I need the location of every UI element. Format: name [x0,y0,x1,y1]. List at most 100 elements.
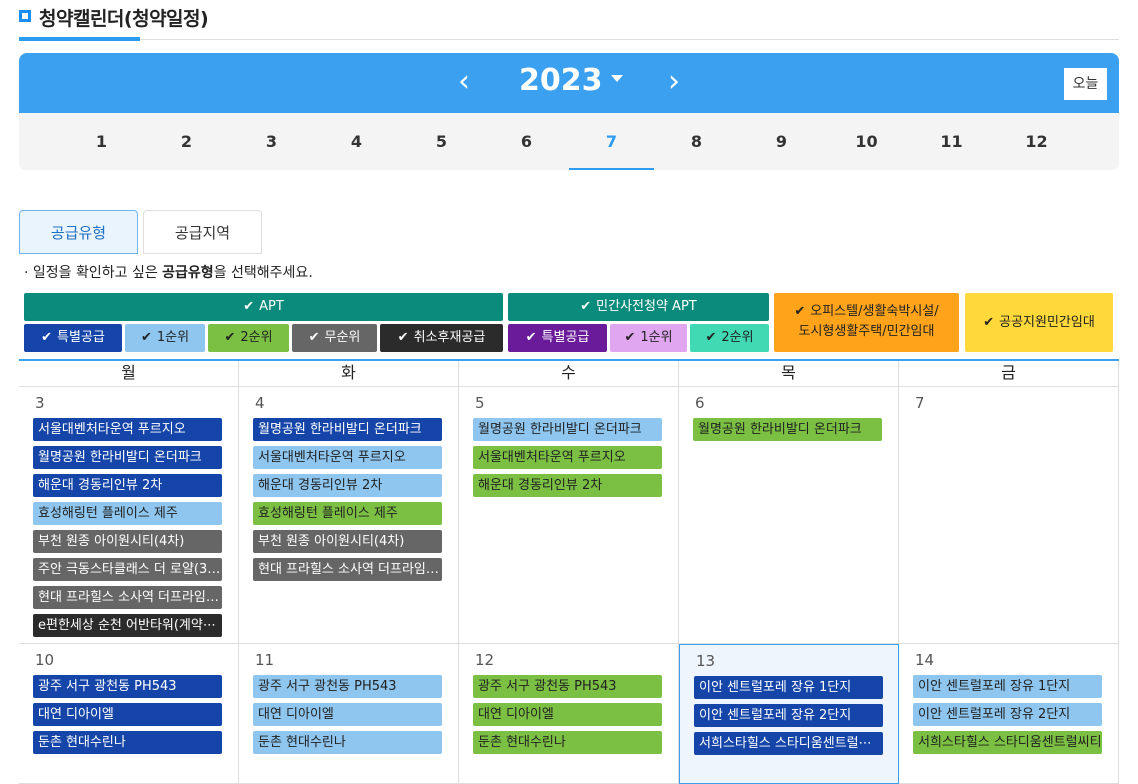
check-icon: ✔ [525,330,537,345]
tab-supply-type[interactable]: 공급유형 [19,210,138,254]
day-cell-11: 11 광주 서구 광천동 PH543 대연 디아이엘둔촌 현대수린나 [239,644,459,784]
day-number: 11 [255,651,275,669]
legend-apt-rank1[interactable]: ✔ 1순위 [125,324,205,352]
month-tab-12[interactable]: 12 [994,113,1079,170]
calendar-event[interactable]: 부천 원종 아이원시티(4차) [253,530,442,553]
today-button[interactable]: 오늘 [1064,68,1107,100]
month-tab-1[interactable]: 1 [59,113,144,170]
legend-presale-special[interactable]: ✔ 특별공급 [508,324,607,352]
calendar-event[interactable]: 부천 원종 아이원시티(4차) [33,530,222,553]
weekday-header-4: 금 [899,361,1119,387]
check-icon: ✔ [705,330,717,345]
calendar-event[interactable]: 둔촌 현대수린나 [33,731,222,754]
calendar-event[interactable]: 서울대벤처타운역 푸르지오 [473,446,662,469]
calendar-event[interactable]: 효성해링턴 플레이스 제주 [33,502,222,525]
check-icon: ✔ [794,304,806,319]
day-number: 12 [475,651,495,669]
day-number: 13 [696,652,716,670]
day-number: 10 [35,651,55,669]
day-cell-12: 12 광주 서구 광천동 PH543 대연 디아이엘둔촌 현대수린나 [459,644,679,784]
legend-apt-rank2[interactable]: ✔ 2순위 [208,324,289,352]
weekday-header-2: 수 [459,361,679,387]
calendar-event[interactable]: 월명공원 한라비발디 온더파크 [473,418,662,441]
notice-bold: 공급유형 [162,265,214,281]
check-icon: ✔ [140,330,152,345]
day-cell-6: 6 월명공원 한라비발디 온더파크 [679,387,899,644]
calendar-event[interactable]: 효성해링턴 플레이스 제주 [253,502,442,525]
calendar-event[interactable]: 광주 서구 광천동 PH543 [33,675,222,698]
calendar-event[interactable]: 이안 센트럴포레 장유 2단지 [913,703,1102,726]
calendar-event[interactable]: 둔촌 현대수린나 [253,731,442,754]
calendar-event[interactable]: e편한세상 순천 어반타워(계약⋯ [33,614,222,637]
calendar-event[interactable]: 해운대 경동리인뷰 2차 [33,474,222,497]
weekday-header-1: 화 [239,361,459,387]
month-tab-7[interactable]: 7 [569,113,654,170]
month-tab-9[interactable]: 9 [739,113,824,170]
legend-officetel[interactable]: ✔ 오피스텔/생활숙박시설/ 도시형생활주택/민간임대 [774,293,959,352]
prev-year-button[interactable]: ‹ [449,67,479,97]
calendar-event[interactable]: 둔촌 현대수린나 [473,731,662,754]
calendar-event[interactable]: 서울대벤처타운역 푸르지오 [33,418,222,441]
calendar-event[interactable]: 대연 디아이엘 [473,703,662,726]
legend-apt-norank[interactable]: ✔ 무순위 [292,324,377,352]
legend-officetel-label: 오피스텔/생활숙박시설/ 도시형생활주택/민간임대 [798,304,939,339]
legend-apt-group[interactable]: ✔ APT [24,293,503,321]
legend-apt-special[interactable]: ✔ 특별공급 [24,324,122,352]
month-tab-2[interactable]: 2 [144,113,229,170]
month-tab-11[interactable]: 11 [909,113,994,170]
legend-public-rent[interactable]: ✔ 공공지원민간임대 [965,293,1113,352]
month-tab-6[interactable]: 6 [484,113,569,170]
month-tab-8[interactable]: 8 [654,113,739,170]
next-year-button[interactable]: › [659,67,689,97]
day-cell-3: 3 서울대벤처타운역 푸르지오 월명공원 한라비발디 온더파크 해운대 경동리인뷰 2… [19,387,239,644]
calendar-event[interactable]: 현대 프라힐스 소사역 더프라임(⋯ [253,558,442,581]
legend-presale-group[interactable]: ✔ 민간사전청약 APT [508,293,769,321]
calendar-event[interactable]: 현대 프라힐스 소사역 더프라임(⋯ [33,586,222,609]
filter-notice: · 일정을 확인하고 싶은 공급유형을 선택해주세요. [24,262,313,282]
day-cell-13: 13 이안 센트럴포레 장유 1단지이안 센트럴포레 장유 2단지서희스타힐스 스… [679,644,899,784]
calendar-event[interactable]: 해운대 경동리인뷰 2차 [473,474,662,497]
tab-supply-region[interactable]: 공급지역 [143,210,262,254]
calendar-event[interactable]: 월명공원 한라비발디 온더파크 [33,446,222,469]
weekday-header-3: 목 [679,361,899,387]
calendar-event[interactable]: 이안 센트럴포레 장유 2단지 [694,704,883,727]
check-icon: ✔ [224,330,236,345]
check-icon: ✔ [243,299,255,314]
calendar-event[interactable]: 대연 디아이엘 [33,703,222,726]
year-dropdown-caret-icon[interactable] [611,75,623,82]
calendar-event[interactable]: 월명공원 한라비발디 온더파크 [253,418,442,441]
check-icon: ✔ [624,330,636,345]
day-number: 5 [475,394,485,412]
month-tab-4[interactable]: 4 [314,113,399,170]
notice-prefix: · 일정을 확인하고 싶은 [24,265,163,281]
day-cell-7: 7 [899,387,1119,644]
calendar-event[interactable]: 월명공원 한라비발디 온더파크 [693,418,882,441]
day-number: 14 [915,651,935,669]
day-number: 6 [695,394,705,412]
month-tab-5[interactable]: 5 [399,113,484,170]
calendar-event[interactable]: 서울대벤처타운역 푸르지오 [253,446,442,469]
calendar-event[interactable]: 이안 센트럴포레 장유 1단지 [694,676,883,699]
month-tab-3[interactable]: 3 [229,113,314,170]
calendar-event[interactable]: 주안 극동스타클래스 더 로얄(3차) [33,558,222,581]
legend-apt-group-label: APT [259,299,284,314]
month-tab-10[interactable]: 10 [824,113,909,170]
calendar-event[interactable]: 광주 서구 광천동 PH543 [473,675,662,698]
calendar-event[interactable]: 대연 디아이엘 [253,703,442,726]
year-label[interactable]: 2023 [519,63,603,98]
legend-presale-rank1[interactable]: ✔ 1순위 [610,324,687,352]
calendar-event[interactable]: 서희스타힐스 스타디움센트럴씨티 [913,731,1102,754]
weekday-header-0: 월 [19,361,239,387]
calendar-event[interactable]: 광주 서구 광천동 PH543 [253,675,442,698]
page-title-bar: 청약캘린더(청약일정) [19,4,1119,41]
legend-apt-cancel[interactable]: ✔ 취소후재공급 [380,324,503,352]
calendar-event[interactable]: 해운대 경동리인뷰 2차 [253,474,442,497]
legend-presale-rank2[interactable]: ✔ 2순위 [690,324,769,352]
calendar-event[interactable]: 이안 센트럴포레 장유 1단지 [913,675,1102,698]
title-square-icon [19,10,31,22]
notice-suffix: 을 선택해주세요. [213,265,313,281]
title-underline [19,37,140,41]
calendar-event[interactable]: 서희스타힐스 스타디움센트럴⋯ [694,732,883,755]
day-cell-5: 5 월명공원 한라비발디 온더파크서울대벤처타운역 푸르지오해운대 경동리인뷰 2… [459,387,679,644]
legend-presale-special-label: 특별공급 [541,330,590,345]
